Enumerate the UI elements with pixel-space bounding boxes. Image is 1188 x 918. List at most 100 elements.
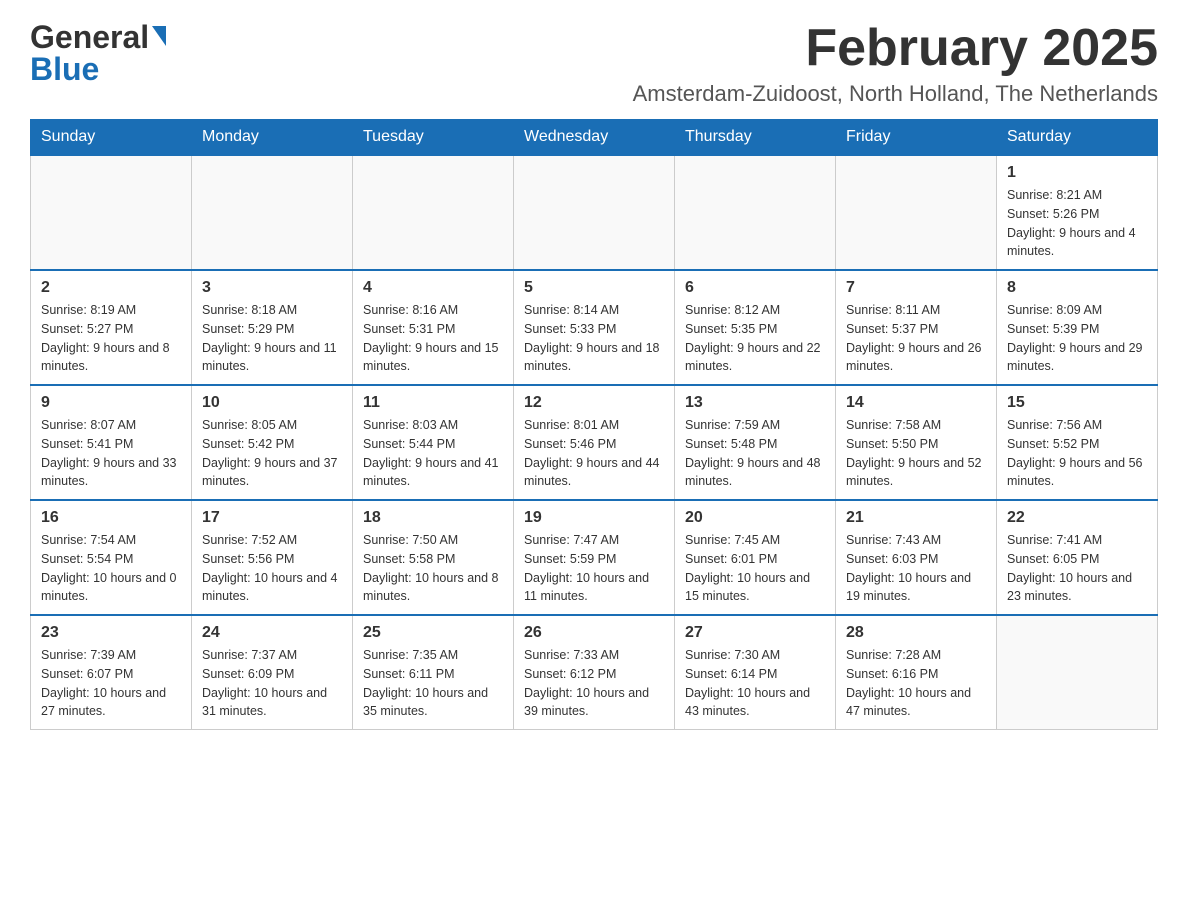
calendar-day-cell: 27 Sunrise: 7:30 AMSunset: 6:14 PMDayligh… bbox=[675, 615, 836, 730]
calendar-day-cell: 20Sunrise: 7:45 AMSunset: 6:01 PMDayligh… bbox=[675, 500, 836, 615]
day-info: Sunrise: 8:03 AMSunset: 5:44 PMDaylight:… bbox=[363, 416, 503, 491]
calendar-day-cell: 6 Sunrise: 8:12 AMSunset: 5:35 PMDaylight… bbox=[675, 270, 836, 385]
day-number: 2 bbox=[41, 279, 181, 297]
day-info: Sunrise: 7:52 AMSunset: 5:56 PMDaylight:… bbox=[202, 531, 342, 606]
day-info: Sunrise: 7:47 AMSunset: 5:59 PMDaylight:… bbox=[524, 531, 664, 606]
day-number: 17 bbox=[202, 509, 342, 527]
calendar-day-cell: 22 Sunrise: 7:41 AMSunset: 6:05 PMDayligh… bbox=[997, 500, 1158, 615]
calendar-day-cell: 23Sunrise: 7:39 AMSunset: 6:07 PMDayligh… bbox=[31, 615, 192, 730]
calendar-day-cell: 7 Sunrise: 8:11 AMSunset: 5:37 PMDaylight… bbox=[836, 270, 997, 385]
day-info: Sunrise: 8:14 AMSunset: 5:33 PMDaylight:… bbox=[524, 301, 664, 376]
calendar-day-cell: 1 Sunrise: 8:21 AMSunset: 5:26 PMDaylight… bbox=[997, 155, 1158, 270]
calendar-day-cell: 16Sunrise: 7:54 AMSunset: 5:54 PMDayligh… bbox=[31, 500, 192, 615]
day-info: Sunrise: 7:41 AMSunset: 6:05 PMDaylight:… bbox=[1007, 531, 1147, 606]
day-number: 28 bbox=[846, 624, 986, 642]
calendar-day-cell bbox=[353, 155, 514, 270]
day-number: 16 bbox=[41, 509, 181, 527]
day-info: Sunrise: 7:56 AMSunset: 5:52 PMDaylight:… bbox=[1007, 416, 1147, 491]
day-number: 13 bbox=[685, 394, 825, 412]
calendar-day-cell: 8 Sunrise: 8:09 AMSunset: 5:39 PMDaylight… bbox=[997, 270, 1158, 385]
calendar-day-cell: 26 Sunrise: 7:33 AMSunset: 6:12 PMDayligh… bbox=[514, 615, 675, 730]
day-info: Sunrise: 8:16 AMSunset: 5:31 PMDaylight:… bbox=[363, 301, 503, 376]
calendar-day-cell: 5Sunrise: 8:14 AMSunset: 5:33 PMDaylight… bbox=[514, 270, 675, 385]
col-monday: Monday bbox=[192, 120, 353, 156]
title-block: February 2025 Amsterdam-Zuidoost, North … bbox=[633, 20, 1158, 107]
day-info: Sunrise: 7:50 AMSunset: 5:58 PMDaylight:… bbox=[363, 531, 503, 606]
col-saturday: Saturday bbox=[997, 120, 1158, 156]
day-number: 24 bbox=[202, 624, 342, 642]
day-number: 19 bbox=[524, 509, 664, 527]
calendar-day-cell: 14 Sunrise: 7:58 AMSunset: 5:50 PMDayligh… bbox=[836, 385, 997, 500]
logo-blue: Blue bbox=[30, 51, 99, 88]
calendar-day-cell: 28 Sunrise: 7:28 AMSunset: 6:16 PMDayligh… bbox=[836, 615, 997, 730]
day-info: Sunrise: 7:28 AMSunset: 6:16 PMDaylight:… bbox=[846, 646, 986, 721]
day-info: Sunrise: 7:35 AMSunset: 6:11 PMDaylight:… bbox=[363, 646, 503, 721]
page-header: General Blue February 2025 Amsterdam-Zui… bbox=[30, 20, 1158, 107]
day-info: Sunrise: 7:39 AMSunset: 6:07 PMDaylight:… bbox=[41, 646, 181, 721]
calendar-day-cell: 25Sunrise: 7:35 AMSunset: 6:11 PMDayligh… bbox=[353, 615, 514, 730]
day-info: Sunrise: 8:11 AMSunset: 5:37 PMDaylight:… bbox=[846, 301, 986, 376]
day-info: Sunrise: 7:37 AMSunset: 6:09 PMDaylight:… bbox=[202, 646, 342, 721]
day-number: 8 bbox=[1007, 279, 1147, 297]
day-info: Sunrise: 8:18 AMSunset: 5:29 PMDaylight:… bbox=[202, 301, 342, 376]
calendar-day-cell: 11Sunrise: 8:03 AMSunset: 5:44 PMDayligh… bbox=[353, 385, 514, 500]
calendar-table: Sunday Monday Tuesday Wednesday Thursday… bbox=[30, 119, 1158, 730]
logo-arrow-icon bbox=[152, 26, 166, 46]
logo: General Blue bbox=[30, 20, 166, 88]
col-tuesday: Tuesday bbox=[353, 120, 514, 156]
calendar-day-cell: 13 Sunrise: 7:59 AMSunset: 5:48 PMDayligh… bbox=[675, 385, 836, 500]
col-friday: Friday bbox=[836, 120, 997, 156]
day-number: 27 bbox=[685, 624, 825, 642]
day-info: Sunrise: 8:21 AMSunset: 5:26 PMDaylight:… bbox=[1007, 186, 1147, 261]
day-info: Sunrise: 8:09 AMSunset: 5:39 PMDaylight:… bbox=[1007, 301, 1147, 376]
col-sunday: Sunday bbox=[31, 120, 192, 156]
calendar-header-row: Sunday Monday Tuesday Wednesday Thursday… bbox=[31, 120, 1158, 156]
calendar-day-cell: 12Sunrise: 8:01 AMSunset: 5:46 PMDayligh… bbox=[514, 385, 675, 500]
day-number: 18 bbox=[363, 509, 503, 527]
calendar-day-cell: 19 Sunrise: 7:47 AMSunset: 5:59 PMDayligh… bbox=[514, 500, 675, 615]
day-number: 21 bbox=[846, 509, 986, 527]
calendar-day-cell: 24 Sunrise: 7:37 AMSunset: 6:09 PMDayligh… bbox=[192, 615, 353, 730]
day-info: Sunrise: 8:07 AMSunset: 5:41 PMDaylight:… bbox=[41, 416, 181, 491]
calendar-day-cell: 3 Sunrise: 8:18 AMSunset: 5:29 PMDaylight… bbox=[192, 270, 353, 385]
calendar-day-cell: 15 Sunrise: 7:56 AMSunset: 5:52 PMDayligh… bbox=[997, 385, 1158, 500]
day-number: 20 bbox=[685, 509, 825, 527]
day-number: 22 bbox=[1007, 509, 1147, 527]
day-info: Sunrise: 7:33 AMSunset: 6:12 PMDaylight:… bbox=[524, 646, 664, 721]
day-info: Sunrise: 8:19 AMSunset: 5:27 PMDaylight:… bbox=[41, 301, 181, 376]
month-title: February 2025 bbox=[633, 20, 1158, 77]
col-thursday: Thursday bbox=[675, 120, 836, 156]
calendar-day-cell: 2 Sunrise: 8:19 AMSunset: 5:27 PMDaylight… bbox=[31, 270, 192, 385]
calendar-week-row: 1 Sunrise: 8:21 AMSunset: 5:26 PMDaylight… bbox=[31, 155, 1158, 270]
day-number: 3 bbox=[202, 279, 342, 297]
day-number: 7 bbox=[846, 279, 986, 297]
day-number: 9 bbox=[41, 394, 181, 412]
day-info: Sunrise: 8:01 AMSunset: 5:46 PMDaylight:… bbox=[524, 416, 664, 491]
day-info: Sunrise: 8:12 AMSunset: 5:35 PMDaylight:… bbox=[685, 301, 825, 376]
day-info: Sunrise: 7:58 AMSunset: 5:50 PMDaylight:… bbox=[846, 416, 986, 491]
day-number: 14 bbox=[846, 394, 986, 412]
day-info: Sunrise: 7:59 AMSunset: 5:48 PMDaylight:… bbox=[685, 416, 825, 491]
day-info: Sunrise: 7:30 AMSunset: 6:14 PMDaylight:… bbox=[685, 646, 825, 721]
day-number: 10 bbox=[202, 394, 342, 412]
calendar-day-cell bbox=[514, 155, 675, 270]
location-subtitle: Amsterdam-Zuidoost, North Holland, The N… bbox=[633, 81, 1158, 107]
calendar-day-cell bbox=[675, 155, 836, 270]
day-number: 15 bbox=[1007, 394, 1147, 412]
calendar-day-cell bbox=[836, 155, 997, 270]
calendar-day-cell: 9 Sunrise: 8:07 AMSunset: 5:41 PMDaylight… bbox=[31, 385, 192, 500]
col-wednesday: Wednesday bbox=[514, 120, 675, 156]
calendar-day-cell bbox=[31, 155, 192, 270]
day-number: 26 bbox=[524, 624, 664, 642]
calendar-day-cell: 10 Sunrise: 8:05 AMSunset: 5:42 PMDayligh… bbox=[192, 385, 353, 500]
day-number: 1 bbox=[1007, 164, 1147, 182]
calendar-day-cell bbox=[997, 615, 1158, 730]
calendar-day-cell bbox=[192, 155, 353, 270]
calendar-week-row: 2 Sunrise: 8:19 AMSunset: 5:27 PMDaylight… bbox=[31, 270, 1158, 385]
calendar-day-cell: 21 Sunrise: 7:43 AMSunset: 6:03 PMDayligh… bbox=[836, 500, 997, 615]
day-number: 6 bbox=[685, 279, 825, 297]
day-info: Sunrise: 7:43 AMSunset: 6:03 PMDaylight:… bbox=[846, 531, 986, 606]
calendar-week-row: 16Sunrise: 7:54 AMSunset: 5:54 PMDayligh… bbox=[31, 500, 1158, 615]
calendar-week-row: 23Sunrise: 7:39 AMSunset: 6:07 PMDayligh… bbox=[31, 615, 1158, 730]
day-info: Sunrise: 8:05 AMSunset: 5:42 PMDaylight:… bbox=[202, 416, 342, 491]
